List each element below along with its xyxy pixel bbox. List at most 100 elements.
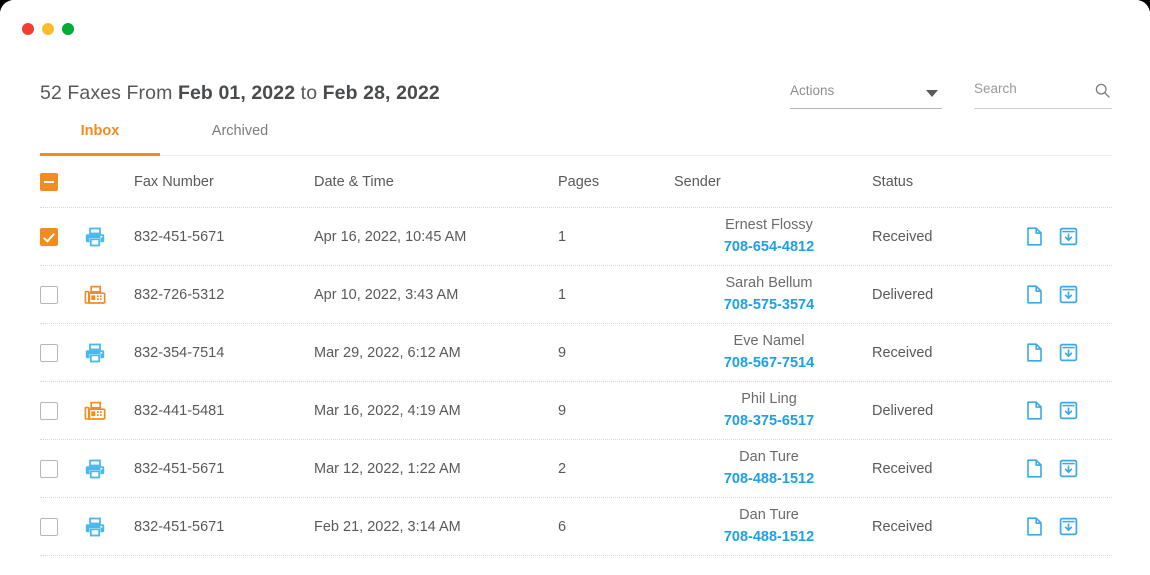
fax-machine-icon[interactable] [84, 284, 106, 306]
row-select-cell [40, 440, 80, 497]
view-document-icon[interactable] [1026, 343, 1043, 362]
fax-type-cell [84, 208, 134, 265]
sender-phone-link[interactable]: 708-567-7514 [724, 354, 814, 374]
cell-pages: 6 [558, 518, 567, 535]
cell-fax-number: 832-451-5671 [134, 228, 225, 245]
sender-name: Sarah Bellum [725, 274, 813, 291]
title-bar [0, 0, 1150, 58]
view-document-icon[interactable] [1026, 401, 1043, 420]
row-checkbox[interactable] [40, 343, 58, 362]
tabs: Inbox Archived [40, 120, 1112, 156]
cell-date-time: Feb 21, 2022, 3:14 AM [314, 518, 461, 535]
column-header-pages[interactable]: Pages [558, 156, 668, 207]
select-all-cell [40, 156, 80, 207]
actions-dropdown[interactable]: Actions [790, 78, 942, 109]
minimize-window-button[interactable] [42, 23, 54, 35]
select-all-checkbox[interactable] [40, 172, 58, 191]
cell-sender: Eve Namel 708-567-7514 [674, 324, 864, 381]
cell-date-time: Apr 10, 2022, 3:43 AM [314, 286, 459, 303]
table-row[interactable]: 832-451-5671 Apr 16, 2022, 10:45 AM 1 Ernes… [40, 208, 1112, 266]
printer-icon[interactable] [84, 516, 106, 538]
search-box[interactable] [974, 78, 1112, 109]
row-checkbox[interactable] [40, 285, 58, 304]
download-icon[interactable] [1059, 517, 1078, 536]
printer-icon[interactable] [84, 226, 106, 248]
fax-table: Fax Number Date & Time Pages Sender Stat… [40, 156, 1112, 556]
download-icon[interactable] [1059, 459, 1078, 478]
column-header-status[interactable]: Status [872, 156, 1032, 207]
cell-date-time: Mar 29, 2022, 6:12 AM [314, 344, 461, 361]
row-select-cell [40, 498, 80, 555]
sender-phone-link[interactable]: 708-488-1512 [724, 528, 814, 548]
cell-actions [1026, 266, 1112, 323]
cell-status: Received [872, 518, 933, 535]
actions-dropdown-label: Actions [790, 83, 835, 98]
sender-name: Phil Ling [741, 390, 797, 407]
row-checkbox[interactable] [40, 401, 58, 420]
tab-inbox-label: Inbox [80, 123, 120, 139]
cell-pages: 9 [558, 344, 567, 361]
download-icon[interactable] [1059, 285, 1078, 304]
cell-sender: Phil Ling 708-375-6517 [674, 382, 864, 439]
cell-pages: 2 [558, 460, 567, 477]
fax-type-cell [84, 498, 134, 555]
chevron-down-icon [926, 90, 938, 97]
cell-pages: 1 [558, 286, 567, 303]
cell-status: Delivered [872, 402, 934, 419]
row-checkbox[interactable] [40, 227, 58, 246]
table-row[interactable]: 832-451-5671 Feb 21, 2022, 3:14 AM 6 Dan Tu… [40, 498, 1112, 556]
fax-machine-icon[interactable] [84, 400, 106, 422]
row-select-cell [40, 382, 80, 439]
cell-status: Received [872, 344, 933, 361]
date-between-label: to [295, 82, 323, 104]
printer-icon[interactable] [84, 342, 106, 364]
sender-name: Ernest Flossy [725, 216, 813, 233]
sender-phone-link[interactable]: 708-375-6517 [724, 412, 814, 432]
search-input[interactable] [974, 81, 1082, 96]
sender-phone-link[interactable]: 708-488-1512 [724, 470, 814, 490]
view-document-icon[interactable] [1026, 459, 1043, 478]
download-icon[interactable] [1059, 227, 1078, 246]
cell-pages: 9 [558, 402, 567, 419]
printer-icon[interactable] [84, 458, 106, 480]
cell-fax-number: 832-451-5671 [134, 460, 225, 477]
table-row[interactable]: 832-354-7514 Mar 29, 2022, 6:12 AM 9 Eve Na… [40, 324, 1112, 382]
cell-actions [1026, 498, 1112, 555]
fax-type-cell [84, 266, 134, 323]
fax-count-label: 52 Faxes From [40, 82, 178, 104]
traffic-lights [22, 23, 74, 35]
cell-sender: Dan Ture 708-488-1512 [674, 440, 864, 497]
table-row[interactable]: 832-441-5481 Mar 16, 2022, 4:19 AM 9 Phil L… [40, 382, 1112, 440]
fax-type-cell [84, 382, 134, 439]
view-document-icon[interactable] [1026, 227, 1043, 246]
cell-date-time: Mar 16, 2022, 4:19 AM [314, 402, 461, 419]
download-icon[interactable] [1059, 343, 1078, 362]
row-checkbox[interactable] [40, 517, 58, 536]
sender-name: Eve Namel [733, 332, 805, 349]
column-header-fax-number[interactable]: Fax Number [134, 156, 314, 207]
column-header-type [84, 156, 134, 207]
tab-archived[interactable]: Archived [180, 120, 300, 154]
column-header-sender[interactable]: Sender [674, 156, 864, 207]
maximize-window-button[interactable] [62, 23, 74, 35]
row-checkbox[interactable] [40, 459, 58, 478]
table-header-row: Fax Number Date & Time Pages Sender Stat… [40, 156, 1112, 208]
sender-phone-link[interactable]: 708-575-3574 [724, 296, 814, 316]
tab-archived-label: Archived [211, 123, 269, 139]
cell-fax-number: 832-354-7514 [134, 344, 225, 361]
download-icon[interactable] [1059, 401, 1078, 420]
row-select-cell [40, 208, 80, 265]
search-icon [1095, 83, 1110, 98]
fax-type-cell [84, 324, 134, 381]
sender-phone-link[interactable]: 708-654-4812 [724, 238, 814, 258]
table-row[interactable]: 832-451-5671 Mar 12, 2022, 1:22 AM 2 Dan Tu… [40, 440, 1112, 498]
view-document-icon[interactable] [1026, 517, 1043, 536]
cell-status: Received [872, 460, 933, 477]
close-window-button[interactable] [22, 23, 34, 35]
table-row[interactable]: 832-726-5312 Apr 10, 2022, 3:43 AM 1 Sarah … [40, 266, 1112, 324]
row-select-cell [40, 324, 80, 381]
view-document-icon[interactable] [1026, 285, 1043, 304]
column-header-date-time[interactable]: Date & Time [314, 156, 554, 207]
tab-inbox[interactable]: Inbox [40, 120, 160, 154]
cell-fax-number: 832-451-5671 [134, 518, 225, 535]
